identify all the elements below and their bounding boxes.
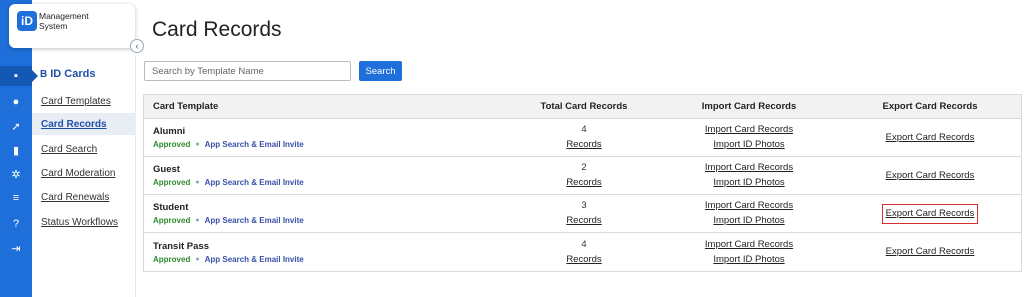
- record-count: 4: [581, 124, 587, 135]
- records-link[interactable]: Records: [566, 215, 601, 227]
- card-records-table: Card Template Total Card Records Import …: [143, 94, 1022, 272]
- header-card-template: Card Template: [153, 101, 219, 112]
- export-card-records-link[interactable]: Export Card Records: [881, 203, 979, 224]
- status-badge: Approved: [153, 140, 191, 149]
- table-row: Student Approved ● App Search & Email In…: [144, 195, 1021, 233]
- import-cell: Import Card Records Import ID Photos: [659, 195, 839, 232]
- records-link[interactable]: Records: [566, 139, 601, 151]
- records-cell: 3 Records: [509, 195, 659, 232]
- template-cell: Guest Approved ● App Search & Email Invi…: [144, 157, 509, 194]
- template-cell: Alumni Approved ● App Search & Email Inv…: [144, 119, 509, 156]
- separator-dot: ●: [195, 217, 200, 224]
- invite-tag: App Search & Email Invite: [204, 216, 304, 225]
- search-input[interactable]: [144, 61, 351, 81]
- sidebar-item-card-records[interactable]: Card Records: [32, 113, 136, 135]
- export-card-records-link[interactable]: Export Card Records: [886, 132, 975, 144]
- export-card-records-link[interactable]: Export Card Records: [886, 246, 975, 258]
- invite-tag: App Search & Email Invite: [204, 178, 304, 187]
- export-cell: Export Card Records: [839, 157, 1021, 194]
- invite-tag: App Search & Email Invite: [204, 140, 304, 149]
- separator-dot: ●: [195, 179, 200, 186]
- sidebar: B ID Cards Card Templates Card Records C…: [32, 56, 136, 297]
- template-name: Alumni: [153, 126, 186, 137]
- logo-line-2: System: [39, 21, 68, 31]
- table-row: Transit Pass Approved ● App Search & Ema…: [144, 233, 1021, 271]
- gear-icon[interactable]: ✲: [0, 164, 32, 184]
- chat-icon[interactable]: ●: [0, 92, 32, 112]
- export-card-records-link[interactable]: Export Card Records: [886, 170, 975, 182]
- status-badge: Approved: [153, 178, 191, 187]
- rocket-icon[interactable]: ➚: [0, 116, 32, 136]
- logo-line-1: Management: [39, 11, 89, 21]
- id-cards-icon: B: [40, 68, 48, 80]
- records-cell: 4 Records: [509, 119, 659, 156]
- search-button[interactable]: Search: [359, 61, 402, 81]
- import-cell: Import Card Records Import ID Photos: [659, 157, 839, 194]
- list-icon[interactable]: ≡: [0, 188, 32, 208]
- sidebar-item-card-templates[interactable]: Card Templates: [32, 90, 136, 112]
- header-export-card-records: Export Card Records: [882, 101, 978, 112]
- separator-dot: ●: [195, 255, 200, 263]
- export-cell: Export Card Records: [839, 119, 1021, 156]
- sidebar-heading-label: ID Cards: [50, 68, 96, 80]
- template-name: Guest: [153, 164, 180, 175]
- import-id-photos-link[interactable]: Import ID Photos: [713, 139, 784, 151]
- import-card-records-link[interactable]: Import Card Records: [705, 162, 793, 174]
- import-card-records-link[interactable]: Import Card Records: [705, 124, 793, 136]
- template-cell: Transit Pass Approved ● App Search & Ema…: [144, 233, 509, 271]
- logout-icon[interactable]: ⇥: [0, 238, 32, 258]
- record-count: 4: [581, 238, 587, 250]
- records-link[interactable]: Records: [566, 177, 601, 189]
- import-cell: Import Card Records Import ID Photos: [659, 119, 839, 156]
- export-cell: Export Card Records: [839, 233, 1021, 271]
- import-id-photos-link[interactable]: Import ID Photos: [713, 177, 784, 189]
- page-title: Card Records: [152, 18, 282, 41]
- sidebar-item-card-renewals[interactable]: Card Renewals: [32, 186, 136, 208]
- import-cell: Import Card Records Import ID Photos: [659, 233, 839, 271]
- import-card-records-link[interactable]: Import Card Records: [705, 239, 793, 251]
- template-cell: Student Approved ● App Search & Email In…: [144, 195, 509, 232]
- template-meta: Approved ● App Search & Email Invite: [153, 140, 509, 149]
- logo-card[interactable]: iD Management System: [9, 4, 135, 48]
- template-name: Student: [153, 202, 189, 213]
- collapse-sidebar-icon[interactable]: ‹: [130, 39, 144, 53]
- document-icon[interactable]: ▮: [0, 140, 32, 160]
- sidebar-item-card-moderation[interactable]: Card Moderation: [32, 162, 136, 184]
- template-name: Transit Pass: [153, 240, 209, 252]
- template-meta: Approved ● App Search & Email Invite: [153, 255, 509, 264]
- import-id-photos-link[interactable]: Import ID Photos: [713, 215, 784, 227]
- logo-icon: iD: [17, 11, 37, 31]
- template-meta: Approved ● App Search & Email Invite: [153, 216, 509, 225]
- table-row: Alumni Approved ● App Search & Email Inv…: [144, 119, 1021, 157]
- header-import-card-records: Import Card Records: [701, 101, 797, 112]
- records-link[interactable]: Records: [566, 254, 601, 266]
- export-cell: Export Card Records: [839, 195, 1021, 232]
- sidebar-heading: B ID Cards: [40, 68, 95, 80]
- status-badge: Approved: [153, 216, 191, 225]
- record-count: 3: [581, 200, 587, 211]
- id-card-icon[interactable]: ▪: [0, 66, 38, 86]
- header-total-card-records: Total Card Records: [540, 101, 628, 112]
- separator-dot: ●: [195, 141, 200, 148]
- logo-text: Management System: [39, 11, 89, 31]
- status-badge: Approved: [153, 254, 191, 264]
- invite-tag: App Search & Email Invite: [204, 254, 304, 264]
- records-cell: 4 Records: [509, 233, 659, 271]
- help-icon[interactable]: ?: [0, 214, 32, 234]
- import-card-records-link[interactable]: Import Card Records: [705, 200, 793, 212]
- sidebar-item-status-workflows[interactable]: Status Workflows: [32, 211, 136, 233]
- template-meta: Approved ● App Search & Email Invite: [153, 178, 509, 187]
- records-cell: 2 Records: [509, 157, 659, 194]
- sidebar-item-card-search[interactable]: Card Search: [32, 138, 136, 160]
- record-count: 2: [581, 162, 587, 173]
- table-row: Guest Approved ● App Search & Email Invi…: [144, 157, 1021, 195]
- import-id-photos-link[interactable]: Import ID Photos: [713, 254, 784, 266]
- table-header: Card Template Total Card Records Import …: [144, 95, 1021, 119]
